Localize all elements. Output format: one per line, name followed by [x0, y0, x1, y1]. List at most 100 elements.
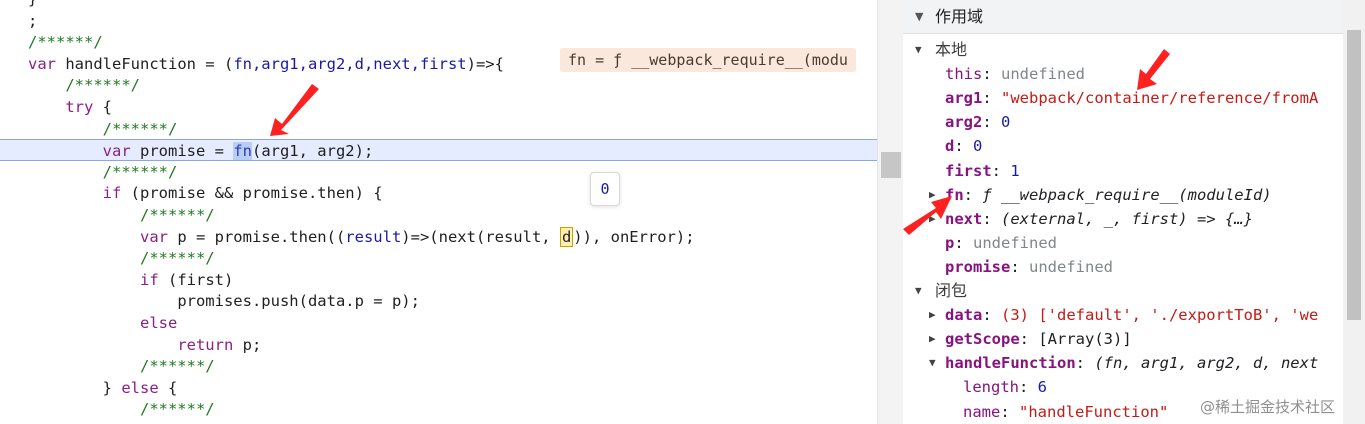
- scope-var-value: (3) ['default', './exportToB', 'we: [1001, 306, 1319, 325]
- code-token: if: [139, 270, 159, 289]
- scope-var-value: 6: [1037, 378, 1048, 397]
- code-token: p = promise.then((: [167, 227, 346, 246]
- scope-var-next[interactable]: ▶ next: (external, _, first) => {…}: [929, 207, 1253, 231]
- scope-group-closure[interactable]: ▼ 闭包: [915, 279, 967, 303]
- scope-var-name: p: [945, 233, 955, 252]
- scope-var-getScope[interactable]: ▶ getScope: [Array(3)]: [929, 327, 1132, 351]
- code-token: var: [102, 142, 131, 161]
- code-token: /******/: [65, 76, 140, 95]
- scope-var-name: arg1: [945, 89, 983, 108]
- code-line[interactable]: if (first): [0, 269, 877, 291]
- scope-var-promise[interactable]: promise: undefined: [945, 255, 1113, 279]
- code-token: var: [28, 54, 56, 73]
- code-line[interactable]: ;: [0, 10, 877, 32]
- code-token: promise =: [130, 142, 234, 161]
- expand-triangle-icon[interactable]: ▶: [929, 207, 936, 231]
- scope-var-this[interactable]: this: undefined: [945, 62, 1085, 86]
- scope-var-value: undefined: [973, 233, 1058, 252]
- editor-scrollbar[interactable]: [877, 0, 903, 424]
- scope-var-name: handleFunction: [945, 354, 1076, 373]
- code-line[interactable]: /******/: [0, 118, 877, 140]
- inline-value-badge: fn = ƒ __webpack_require__(modu: [560, 48, 856, 72]
- scope-var-name: d: [945, 137, 955, 156]
- scope-var-value: 1: [1010, 161, 1020, 180]
- expand-triangle-icon[interactable]: ▶: [929, 183, 936, 207]
- code-line[interactable]: } else {: [0, 377, 877, 399]
- code-token: /******/: [102, 119, 178, 138]
- scope-group-local[interactable]: ▼ 本地: [915, 38, 967, 62]
- code-editor[interactable]: } ; /******/ var handleFunction = (fn,ar…: [0, 0, 877, 424]
- code-token: return: [177, 335, 234, 354]
- code-line[interactable]: return p;: [0, 334, 877, 356]
- scope-var-data[interactable]: ▶ data: (3) ['default', './exportToB', 'w…: [929, 303, 1319, 327]
- code-line[interactable]: /******/: [0, 74, 877, 96]
- code-token: /******/: [102, 162, 178, 181]
- scope-var-value: "webpack/container/reference/fromA: [1001, 89, 1319, 108]
- expand-triangle-icon[interactable]: ▶: [929, 303, 936, 327]
- code-token: {: [93, 98, 112, 116]
- scope-scrollbar-thumb[interactable]: [1347, 30, 1361, 320]
- scope-var-value: 0: [973, 137, 983, 156]
- scope-var-length[interactable]: length: 6: [963, 375, 1047, 399]
- editor-scrollbar-thumb[interactable]: [881, 152, 901, 178]
- scope-var-value: 0: [1001, 113, 1011, 132]
- code-token: (first): [158, 270, 234, 289]
- expand-triangle-icon[interactable]: ▼: [929, 351, 936, 375]
- scope-var-value: ƒ __webpack_require__(moduleId): [982, 185, 1272, 204]
- highlighted-d-token: d: [559, 226, 574, 247]
- scope-var-p[interactable]: p: undefined: [945, 231, 1057, 255]
- code-token: promises.push(data.p = p);: [177, 292, 420, 311]
- scope-scrollbar[interactable]: [1343, 0, 1365, 424]
- scope-var-arg1[interactable]: arg1: "webpack/container/reference/fromA: [945, 86, 1318, 110]
- code-line[interactable]: try {: [0, 96, 877, 118]
- code-token: fn,arg1,arg2,d,next,first: [233, 54, 467, 73]
- scope-var-d[interactable]: d: 0: [945, 134, 982, 158]
- code-token: var: [139, 227, 168, 246]
- code-line[interactable]: if (promise && promise.then) {: [0, 182, 877, 204]
- scope-var-handleFunction[interactable]: ▼ handleFunction: (fn, arg1, arg2, d, nex…: [929, 351, 1318, 375]
- code-line-current[interactable]: var promise = fn(arg1, arg2);: [0, 139, 877, 162]
- scope-section-header[interactable]: ▼ 作用域: [903, 0, 1343, 34]
- scope-var-value: [Array(3)]: [1038, 330, 1132, 349]
- code-line[interactable]: /******/: [0, 247, 877, 269]
- selected-fn-token: fn: [233, 142, 252, 161]
- scope-panel: ▼ 作用域 ▼ 本地 this: undefined arg1: "webpack/c…: [903, 0, 1365, 424]
- code-line[interactable]: else: [0, 312, 877, 334]
- code-line[interactable]: /******/: [0, 355, 877, 377]
- code-token: else: [139, 314, 178, 332]
- code-token: /******/: [139, 357, 215, 376]
- scope-var-name: fn: [945, 185, 964, 204]
- code-line[interactable]: /******/: [0, 161, 877, 183]
- scope-var-first[interactable]: first: 1: [945, 159, 1020, 183]
- scope-var-fn[interactable]: ▶ fn: ƒ __webpack_require__(moduleId): [929, 183, 1272, 207]
- code-line[interactable]: return next(promise, d, first): [0, 420, 877, 424]
- code-token: handleFunction = (: [56, 54, 234, 73]
- code-line[interactable]: /******/: [0, 398, 877, 420]
- scope-var-value: undefined: [1029, 257, 1113, 276]
- code-token: /******/: [139, 249, 215, 268]
- collapse-triangle-icon[interactable]: ▼: [915, 0, 923, 34]
- code-line[interactable]: }: [0, 0, 877, 10]
- scope-var-name: this: [945, 65, 983, 84]
- code-token: p;: [233, 335, 262, 354]
- expand-triangle-icon[interactable]: ▶: [929, 327, 936, 351]
- code-line[interactable]: promises.push(data.p = p);: [0, 290, 877, 312]
- expand-triangle-icon[interactable]: ▼: [915, 38, 922, 62]
- expand-triangle-icon[interactable]: ▼: [915, 279, 922, 303]
- scope-group-label: 闭包: [935, 281, 968, 300]
- scope-var-value: undefined: [1001, 65, 1085, 84]
- code-token: }: [102, 378, 122, 397]
- scope-var-name: data: [945, 306, 983, 325]
- scope-var-arg2[interactable]: arg2: 0: [945, 110, 1010, 134]
- code-line[interactable]: var p = promise.then((result)=>(next(res…: [0, 226, 877, 248]
- code-token: (arg1, arg2);: [251, 142, 374, 161]
- code-token: )=>(next(result,: [401, 227, 560, 246]
- scope-var-name: name: [963, 402, 1001, 421]
- code-token: /******/: [139, 400, 215, 419]
- scope-var-name: promise: [945, 257, 1011, 276]
- code-token: else: [121, 378, 159, 397]
- scope-var-name: first: [945, 161, 992, 180]
- scope-var-name[interactable]: name: "handleFunction": [963, 400, 1168, 424]
- code-token: result: [345, 227, 402, 246]
- code-line[interactable]: /******/: [0, 204, 877, 226]
